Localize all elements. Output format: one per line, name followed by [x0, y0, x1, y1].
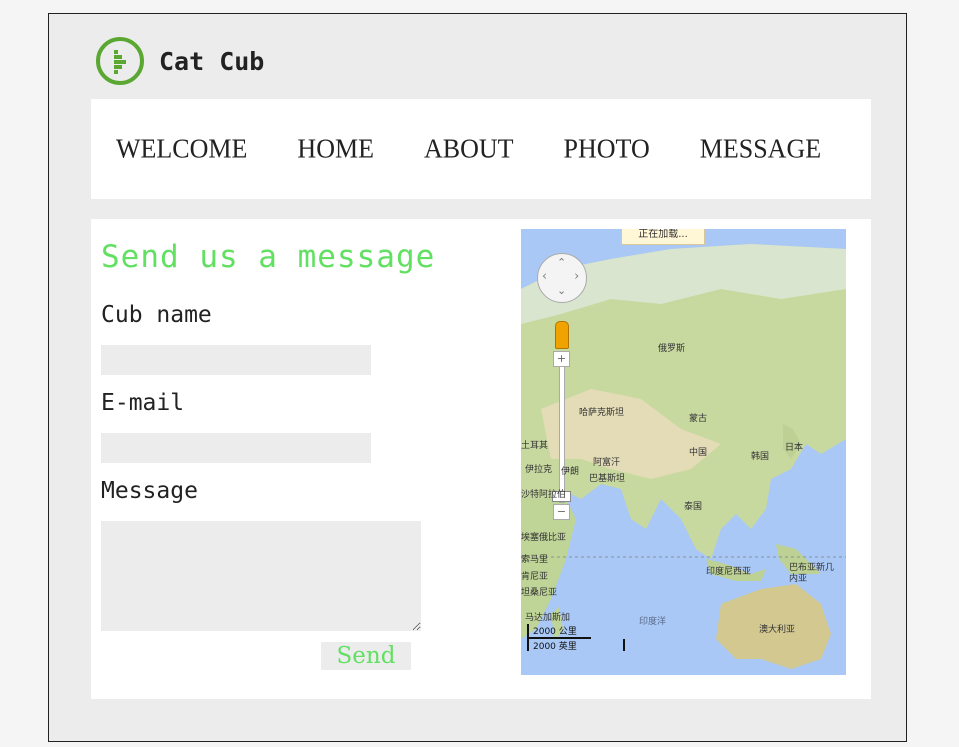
map-label-iraq: 伊拉克 [525, 465, 553, 475]
email-input[interactable] [101, 433, 371, 463]
map-label-kazakhstan: 哈萨克斯坦 [579, 408, 625, 418]
map-label-australia: 澳大利亚 [759, 625, 796, 635]
map-label-afghanistan: 阿富汗 [593, 458, 621, 468]
content-panel: Send us a message Cub name E-mail Messag… [91, 219, 871, 699]
map-label-png: 巴布亚新几内亚 [789, 563, 835, 584]
pan-down-icon[interactable]: ⌄ [557, 284, 566, 297]
nav-item-message[interactable]: MESSAGE [700, 133, 821, 165]
nav-item-home[interactable]: HOME [297, 133, 374, 165]
map-label-china: 中国 [689, 448, 708, 458]
map-loading-banner: 正在加载... [621, 229, 705, 245]
map-label-japan: 日本 [785, 443, 804, 453]
email-label: E-mail [101, 390, 185, 416]
scale-mi: 2000 英里 [527, 639, 625, 652]
zoom-slider-track[interactable] [559, 366, 565, 503]
map-label-korea: 韩国 [751, 452, 770, 462]
message-textarea[interactable] [101, 521, 421, 631]
cub-name-input[interactable] [101, 345, 371, 375]
map-label-indian-ocean: 印度洋 [639, 617, 667, 627]
zoom-out-button[interactable]: − [553, 504, 570, 520]
map-label-saudi: 沙特阿拉伯 [521, 490, 567, 500]
nav-item-photo[interactable]: PHOTO [564, 133, 650, 165]
map-label-iran: 伊朗 [561, 467, 580, 477]
send-button[interactable]: Send [321, 642, 411, 670]
map-label-russia: 俄罗斯 [658, 344, 686, 354]
logo-row: Cat Cub [95, 36, 264, 86]
pan-up-icon[interactable]: ⌃ [557, 256, 566, 269]
map-label-somalia: 索马里 [521, 555, 549, 565]
map-label-thailand: 泰国 [684, 502, 703, 512]
pan-right-icon[interactable]: › [574, 269, 579, 284]
scale-km: 2000 公里 [527, 624, 591, 639]
map-label-madagascar: 马达加斯加 [525, 613, 571, 623]
map-label-ethiopia: 埃塞俄比亚 [521, 533, 567, 543]
world-map[interactable]: 正在加载... ⌃ ‹ › ⌄ + − 俄罗斯 哈萨克斯坦 蒙古 中国 日本 韩… [521, 229, 846, 675]
map-label-indonesia: 印度尼西亚 [706, 567, 752, 577]
brand-name: Cat Cub [159, 46, 265, 76]
page-frame: Cat Cub WELCOME HOME ABOUT PHOTO MESSAGE… [48, 13, 907, 742]
map-pan-control[interactable]: ⌃ ‹ › ⌄ [537, 253, 587, 303]
message-label: Message [101, 478, 198, 504]
map-label-tanzania: 坦桑尼亚 [521, 588, 558, 598]
cub-name-label: Cub name [101, 302, 212, 328]
map-scale-bar: 2000 公里 2000 英里 [527, 624, 625, 652]
pegman-icon[interactable] [555, 321, 569, 349]
nav-item-about[interactable]: ABOUT [424, 133, 514, 165]
pan-left-icon[interactable]: ‹ [542, 269, 547, 284]
zoom-in-button[interactable]: + [553, 351, 570, 367]
map-label-pakistan: 巴基斯坦 [589, 474, 626, 484]
map-label-kenya: 肯尼亚 [521, 572, 549, 582]
map-label-turkey: 土耳其 [521, 441, 549, 451]
main-nav: WELCOME HOME ABOUT PHOTO MESSAGE [91, 99, 871, 199]
nav-item-welcome[interactable]: WELCOME [116, 133, 247, 165]
form-title: Send us a message [101, 239, 436, 275]
map-label-mongolia: 蒙古 [689, 414, 708, 424]
play-logo-icon [96, 37, 144, 85]
